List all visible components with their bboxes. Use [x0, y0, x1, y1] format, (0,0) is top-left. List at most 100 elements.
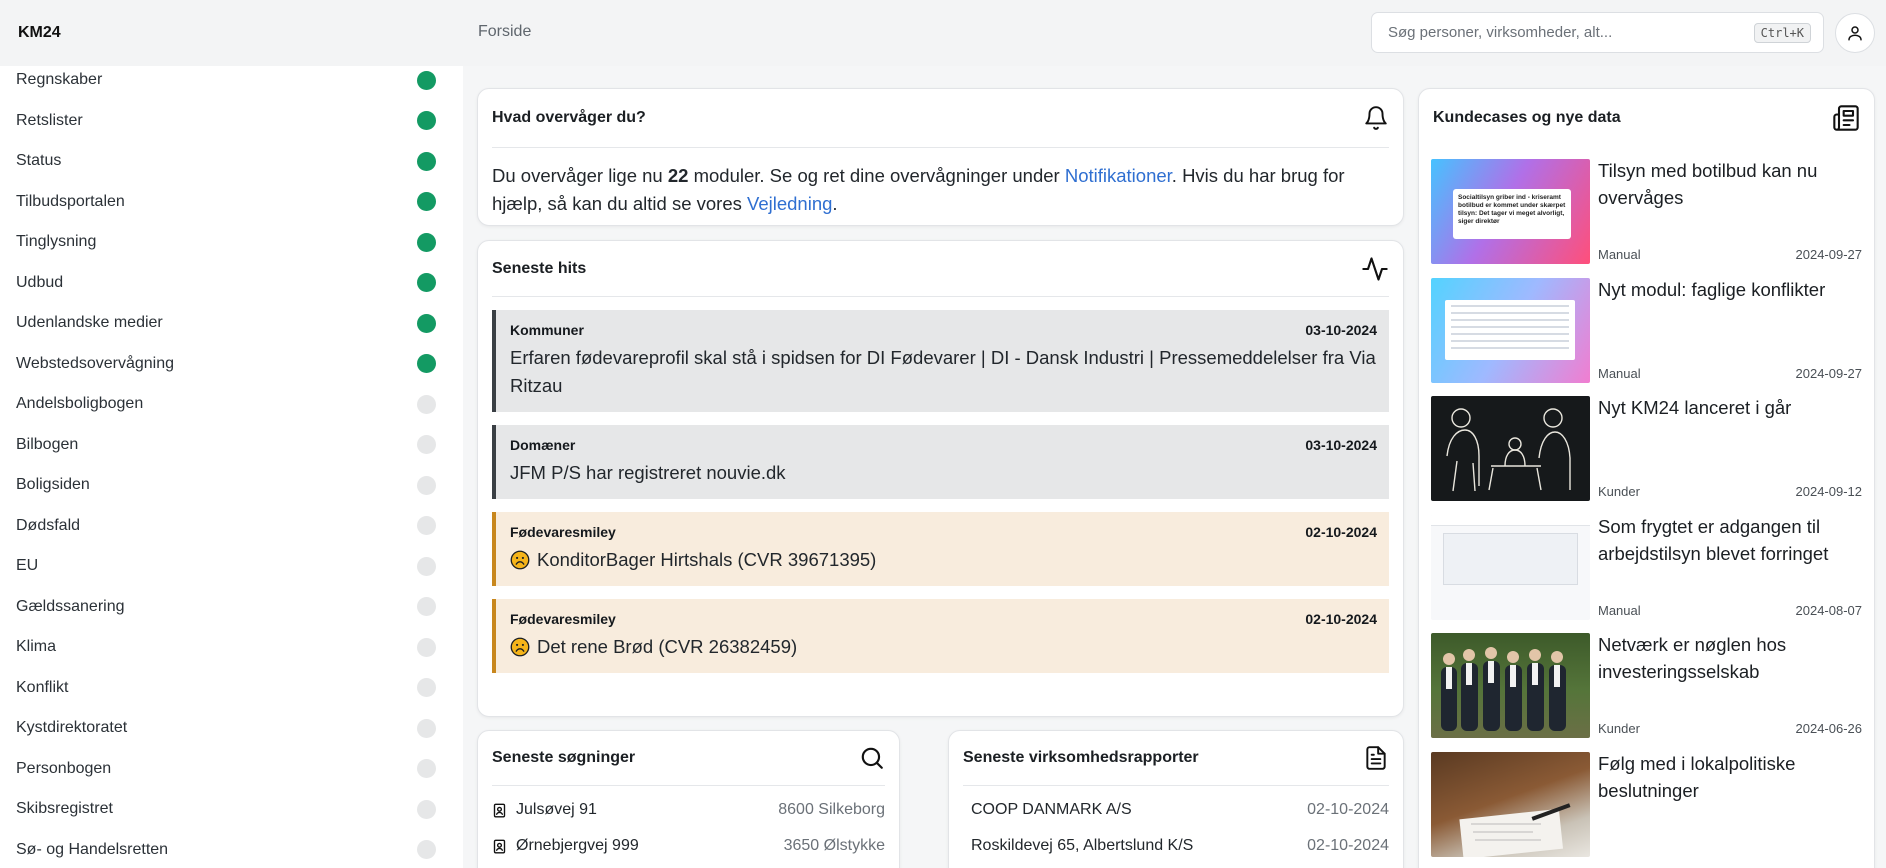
hit-source: Kommuner [510, 322, 584, 338]
hit-header: Kommuner 03-10-2024 [510, 322, 1377, 338]
user-icon [1848, 26, 1862, 41]
bell-icon[interactable] [1363, 105, 1389, 131]
module-label: Kystdirektoratet [16, 719, 128, 737]
hit-text-label: Det rene Brød (CVR 26382459) [537, 636, 798, 657]
report-row[interactable]: Roskildevej 65, Albertslund K/S 02-10-202… [949, 828, 1403, 864]
news-item[interactable]: Netværk er nøglen hos investeringsselska… [1431, 633, 1862, 738]
news-item[interactable]: Nyt KM24 lanceret i går Kunder 2024-09-12 [1431, 396, 1862, 501]
status-dot-inactive [417, 475, 436, 495]
report-row[interactable]: COOP DANMARK A/S 02-10-2024 [949, 792, 1403, 828]
news-meta: Manual 2024-09-27 [1598, 247, 1862, 264]
hit-text: JFM P/S har registreret nouvie.dk [510, 459, 1377, 487]
module-item[interactable]: Skibsregistret [0, 789, 463, 830]
hit-date: 03-10-2024 [1305, 322, 1377, 338]
status-dot-inactive [417, 718, 436, 738]
module-item[interactable]: Boligsiden [0, 465, 463, 506]
document-icon[interactable] [1363, 745, 1389, 771]
hit-header: Domæner 03-10-2024 [510, 437, 1377, 453]
sad-smiley-icon [510, 550, 530, 570]
module-label: Gældssanering [16, 597, 125, 615]
news-tag: Manual [1598, 247, 1641, 262]
news-thumbnail [1431, 396, 1590, 501]
module-item[interactable]: Udbud [0, 263, 463, 304]
breadcrumb[interactable]: Forside [478, 23, 531, 41]
hit-source: Fødevaresmiley [510, 524, 616, 540]
module-item[interactable]: Status [0, 141, 463, 182]
module-item[interactable]: EU [0, 546, 463, 587]
module-label: Retslister [16, 111, 83, 129]
status-dot-active [417, 111, 436, 131]
news-thumbnail [1431, 751, 1590, 857]
watch-card: Hvad overvåger du? Du overvåger lige nu … [477, 88, 1404, 226]
module-item[interactable]: Dødsfald [0, 506, 463, 547]
news-item[interactable]: Socialtilsyn griber ind - kriseramt boti… [1431, 159, 1862, 264]
module-label: Skibsregistret [16, 800, 113, 818]
search-box[interactable]: Ctrl+K [1371, 12, 1824, 53]
address-card-icon [492, 802, 507, 819]
status-dot-active [417, 232, 436, 252]
news-item-title: Nyt KM24 lanceret i går [1598, 397, 1792, 418]
news-item[interactable]: Nyt modul: faglige konflikter Manual 2024-… [1431, 277, 1862, 383]
module-item[interactable]: Retslister [0, 101, 463, 142]
hit-item[interactable]: Fødevaresmiley 02-10-2024 KonditorBager Hi… [492, 512, 1389, 586]
brand-logo[interactable]: KM24 [0, 0, 463, 66]
hit-item[interactable]: Kommuner 03-10-2024 Erfaren fødevareprofil… [492, 310, 1389, 412]
module-item[interactable]: Tilbudsportalen [0, 182, 463, 223]
module-item[interactable]: Regnskaber [0, 60, 463, 101]
news-date: 2024-09-27 [1795, 365, 1863, 381]
hit-date: 03-10-2024 [1305, 437, 1377, 453]
search-row[interactable]: Julsøvej 91 8600 Silkeborg [478, 792, 899, 828]
module-label: Bilbogen [16, 435, 79, 453]
news-meta [1598, 855, 1862, 857]
status-dot-inactive [417, 637, 436, 657]
status-dot-active [417, 273, 436, 293]
news-meta: Kunder 2024-09-12 [1598, 484, 1862, 501]
status-dot-active [417, 70, 436, 90]
module-item[interactable]: Personbogen [0, 749, 463, 790]
module-label: Personbogen [16, 759, 112, 777]
news-date: 2024-09-12 [1795, 484, 1863, 499]
guide-link[interactable]: Vejledning [747, 193, 832, 214]
module-item[interactable]: Webstedsovervågning [0, 344, 463, 385]
hit-source: Fødevaresmiley [510, 611, 616, 627]
search-icon[interactable] [859, 745, 885, 771]
module-item[interactable]: Bilbogen [0, 425, 463, 466]
module-item[interactable]: Klima [0, 627, 463, 668]
hit-text: KonditorBager Hirtshals (CVR 39671395) [510, 546, 1377, 574]
module-item[interactable]: Kystdirektoratet [0, 708, 463, 749]
search-row[interactable]: Ørnebjergvej 999 3650 Ølstykke [478, 828, 899, 864]
news-item[interactable]: Følg med i lokalpolitiske beslutninger [1431, 751, 1862, 857]
news-tag: Manual [1598, 602, 1641, 618]
news-item-title: Netværk er nøglen hos investeringsselska… [1598, 634, 1787, 682]
hit-date: 02-10-2024 [1305, 524, 1377, 540]
notifications-link[interactable]: Notifikationer [1065, 165, 1172, 186]
module-label: Boligsiden [16, 476, 90, 494]
module-item[interactable]: Tinglysning [0, 222, 463, 263]
newspaper-icon[interactable] [1832, 104, 1860, 132]
search-input[interactable] [1388, 24, 1754, 41]
search-place: 3650 Ølstykke [783, 837, 885, 854]
hit-text: Erfaren fødevareprofil skal stå i spidse… [510, 344, 1377, 400]
module-label: Udbud [16, 273, 64, 291]
hit-item[interactable]: Fødevaresmiley 02-10-2024 Det rene Brød (C… [492, 599, 1389, 673]
hit-source: Domæner [510, 437, 576, 453]
news-card: Kundecases og nye data Socialtilsyn grib… [1418, 88, 1875, 868]
hit-item[interactable]: Domæner 03-10-2024 JFM P/S har registreret… [492, 425, 1389, 499]
module-item[interactable]: Sø- og Handelsretten [0, 830, 463, 868]
module-item[interactable]: Udenlandske medier [0, 303, 463, 344]
news-info: Nyt modul: faglige konflikter Manual 2024-… [1590, 278, 1862, 383]
news-item[interactable]: Som frygtet er adgangen til arbejdstilsy… [1431, 514, 1862, 620]
hit-header: Fødevaresmiley 02-10-2024 [510, 524, 1377, 540]
module-item[interactable]: Gældssanering [0, 587, 463, 628]
reports-list: COOP DANMARK A/S 02-10-2024 Roskildevej 65… [949, 786, 1403, 864]
status-dot-inactive [417, 799, 436, 819]
news-info: Følg med i lokalpolitiske beslutninger [1590, 752, 1862, 857]
news-info: Netværk er nøglen hos investeringsselska… [1590, 633, 1862, 738]
module-item[interactable]: Konflikt [0, 668, 463, 709]
module-item[interactable]: Andelsboligbogen [0, 384, 463, 425]
module-list: Regnskaber Retslister Status Tilbudsportale… [0, 60, 463, 868]
search-place: 8600 Silkeborg [778, 801, 885, 818]
module-count: 22 [667, 165, 689, 186]
status-dot-inactive [417, 759, 436, 779]
user-menu-button[interactable] [1835, 13, 1875, 53]
